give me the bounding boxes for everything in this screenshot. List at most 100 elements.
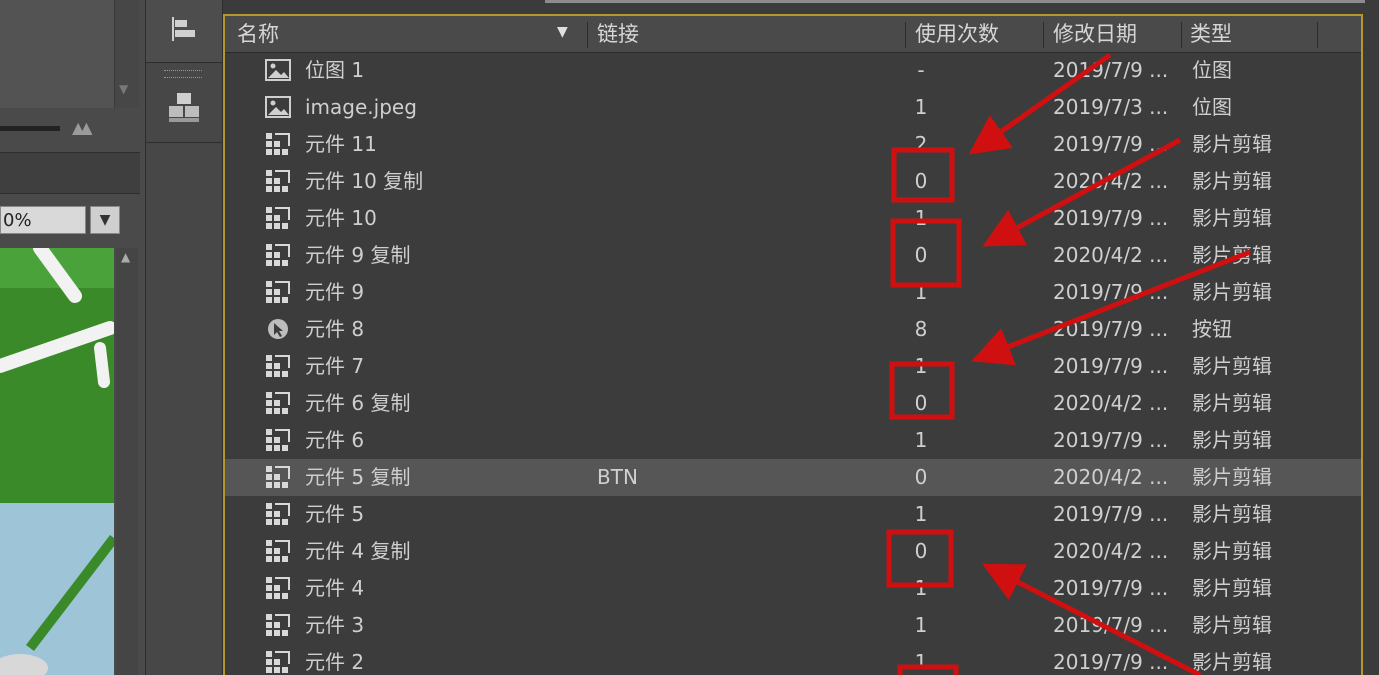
item-name: 元件 9 [305, 280, 365, 304]
movieclip-icon [265, 576, 291, 600]
item-name: 元件 3 [305, 613, 365, 637]
column-divider[interactable] [1317, 22, 1318, 48]
item-name: 元件 7 [305, 354, 365, 378]
item-name: 元件 4 复制 [305, 539, 411, 563]
movieclip-icon [265, 169, 291, 193]
item-name: 元件 11 [305, 132, 377, 156]
bitmap-icon [265, 95, 291, 119]
movieclip-icon [265, 613, 291, 637]
item-name: 元件 6 复制 [305, 391, 411, 415]
bitmap-icon [265, 58, 291, 82]
item-modified-date: 2019/7/9 ... [1053, 613, 1169, 637]
library-row[interactable]: 元件 6 复制 0 2020/4/2 ... 影片剪辑 [225, 385, 1361, 422]
button-symbol-icon [265, 317, 291, 341]
movieclip-icon [265, 354, 291, 378]
sort-descending-icon[interactable]: ▼ [557, 24, 568, 40]
column-header-name[interactable]: 名称 [237, 16, 279, 52]
library-row[interactable]: image.jpeg 1 2019/7/3 ... 位图 [225, 89, 1361, 126]
stage-scrollbar[interactable]: ▲ [116, 248, 138, 675]
column-header-use-count[interactable]: 使用次数 [915, 16, 999, 52]
item-type: 影片剪辑 [1192, 354, 1272, 378]
library-row[interactable]: 元件 11 2 2019/7/9 ... 影片剪辑 [225, 126, 1361, 163]
item-use-count: 1 [914, 650, 928, 674]
item-modified-date: 2020/4/2 ... [1053, 243, 1169, 267]
item-name: 元件 5 复制 [305, 465, 411, 489]
item-modified-date: 2019/7/9 ... [1053, 502, 1169, 526]
panel-top-divider [545, 0, 1365, 11]
library-panel-icon[interactable] [168, 92, 202, 126]
movieclip-icon [265, 650, 291, 674]
scroll-up-icon[interactable]: ▲ [121, 250, 130, 264]
align-panel-icon[interactable] [170, 16, 198, 42]
panel-dock [145, 0, 223, 675]
item-modified-date: 2019/7/9 ... [1053, 206, 1169, 230]
item-type: 位图 [1192, 58, 1232, 82]
library-row[interactable]: 元件 3 1 2019/7/9 ... 影片剪辑 [225, 607, 1361, 644]
item-type: 影片剪辑 [1192, 576, 1272, 600]
library-row[interactable]: 元件 7 1 2019/7/9 ... 影片剪辑 [225, 348, 1361, 385]
column-header-linkage[interactable]: 链接 [597, 16, 639, 52]
library-row[interactable]: 元件 9 复制 0 2020/4/2 ... 影片剪辑 [225, 237, 1361, 274]
item-type: 影片剪辑 [1192, 650, 1272, 674]
item-use-count: 0 [914, 539, 928, 563]
timeline-zoom-row: ▲▲ [0, 108, 140, 150]
item-modified-date: 2019/7/9 ... [1053, 576, 1169, 600]
movieclip-icon [265, 502, 291, 526]
zoom-input[interactable]: 0% [0, 206, 86, 234]
item-modified-date: 2019/7/9 ... [1053, 650, 1169, 674]
column-divider[interactable] [587, 22, 588, 48]
item-type: 影片剪辑 [1192, 391, 1272, 415]
column-divider[interactable] [1043, 22, 1044, 48]
item-type: 影片剪辑 [1192, 613, 1272, 637]
item-use-count: 1 [914, 95, 928, 119]
item-type: 影片剪辑 [1192, 502, 1272, 526]
dock-top [146, 0, 222, 63]
library-row[interactable]: 元件 10 复制 0 2020/4/2 ... 影片剪辑 [225, 163, 1361, 200]
movieclip-icon [265, 428, 291, 452]
library-row[interactable]: 元件 4 1 2019/7/9 ... 影片剪辑 [225, 570, 1361, 607]
item-use-count: 1 [914, 206, 928, 230]
item-use-count: 1 [914, 354, 928, 378]
item-modified-date: 2019/7/9 ... [1053, 132, 1169, 156]
item-modified-date: 2019/7/9 ... [1053, 280, 1169, 304]
dock-grip-handle[interactable] [164, 70, 202, 78]
item-modified-date: 2020/4/2 ... [1053, 391, 1169, 415]
column-divider[interactable] [905, 22, 906, 48]
library-row[interactable]: 位图 1 - 2019/7/9 ... 位图 [225, 52, 1361, 89]
item-use-count: 0 [914, 243, 928, 267]
timeline-area [0, 0, 114, 108]
item-use-count: 0 [914, 169, 928, 193]
library-row[interactable]: 元件 8 8 2019/7/9 ... 按钮 [225, 311, 1361, 348]
movieclip-icon [265, 132, 291, 156]
column-header-type[interactable]: 类型 [1190, 16, 1232, 52]
item-name: 元件 5 [305, 502, 365, 526]
item-type: 按钮 [1192, 317, 1232, 341]
library-row[interactable]: 元件 5 复制 BTN 0 2020/4/2 ... 影片剪辑 [225, 459, 1361, 496]
timeline-zoom-slider[interactable] [0, 126, 60, 131]
item-linkage: BTN [597, 465, 638, 489]
mountain-zoom-icon[interactable]: ▲▲ [72, 118, 93, 137]
library-row[interactable]: 元件 2 1 2019/7/9 ... 影片剪辑 [225, 644, 1361, 675]
item-modified-date: 2020/4/2 ... [1053, 539, 1169, 563]
item-type: 影片剪辑 [1192, 243, 1272, 267]
library-row[interactable]: 元件 9 1 2019/7/9 ... 影片剪辑 [225, 274, 1361, 311]
library-row[interactable]: 元件 6 1 2019/7/9 ... 影片剪辑 [225, 422, 1361, 459]
stage-canvas[interactable] [0, 248, 114, 675]
column-header-modified[interactable]: 修改日期 [1053, 16, 1137, 52]
library-row[interactable]: 元件 10 1 2019/7/9 ... 影片剪辑 [225, 200, 1361, 237]
movieclip-icon [265, 539, 291, 563]
item-use-count: 1 [914, 428, 928, 452]
library-row[interactable]: 元件 4 复制 0 2020/4/2 ... 影片剪辑 [225, 533, 1361, 570]
chevron-down-icon[interactable]: ▼ [90, 206, 120, 234]
item-use-count: - [917, 58, 925, 82]
item-type: 影片剪辑 [1192, 132, 1272, 156]
column-divider[interactable] [1181, 22, 1182, 48]
library-row[interactable]: 元件 5 1 2019/7/9 ... 影片剪辑 [225, 496, 1361, 533]
library-scrollbar[interactable] [1365, 14, 1379, 675]
item-use-count: 1 [914, 613, 928, 637]
movieclip-icon [265, 206, 291, 230]
item-type: 影片剪辑 [1192, 539, 1272, 563]
scroll-down-icon[interactable]: ▼ [119, 82, 128, 96]
timeline-scrollbar[interactable]: ▼ [114, 0, 139, 108]
item-name: 元件 4 [305, 576, 365, 600]
